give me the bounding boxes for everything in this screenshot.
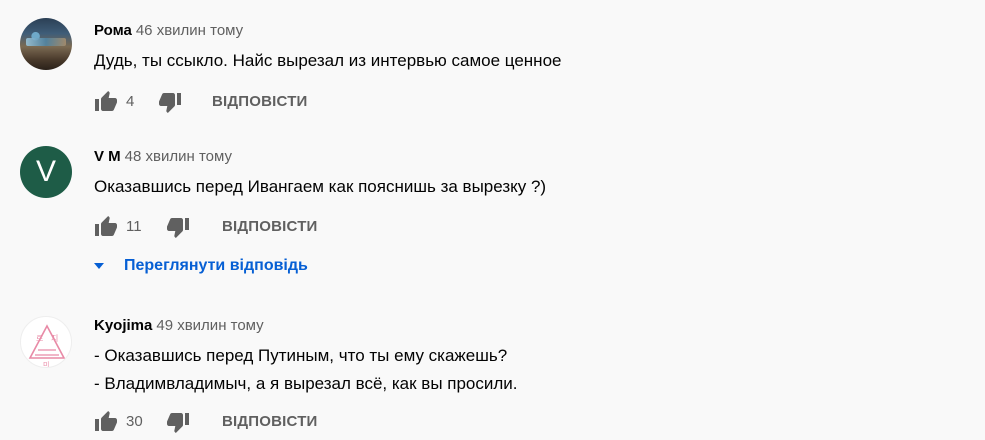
comment-line: - Оказавшись перед Путиным, что ты ему с…	[94, 346, 508, 365]
timestamp[interactable]: 48 хвилин тому	[125, 148, 232, 165]
author-name[interactable]: Рома	[94, 22, 132, 39]
like-button[interactable]	[94, 215, 118, 239]
reply-button[interactable]: ВІДПОВІСТИ	[222, 217, 318, 237]
comment-header: Kyojima 49 хвилин тому	[94, 316, 264, 336]
chevron-down-icon	[94, 263, 104, 269]
logo-glyph: 로	[36, 334, 43, 343]
comment-text: Дудь, ты ссыкло. Найс вырезал из интервь…	[94, 47, 561, 75]
dislike-button[interactable]	[158, 90, 182, 114]
thumbs-up-icon	[95, 216, 117, 236]
comment-line: Дудь, ты ссыкло. Найс вырезал из интервь…	[94, 51, 562, 70]
author-name[interactable]: Kyojima	[94, 317, 152, 334]
timestamp[interactable]: 46 хвилин тому	[136, 22, 243, 39]
logo-glyph: 미	[43, 360, 49, 368]
thumbs-down-icon	[167, 413, 189, 433]
comment-header: Рома 46 хвилин тому	[94, 21, 243, 41]
comment-header: V M 48 хвилин тому	[94, 147, 232, 167]
like-count: 11	[126, 218, 142, 235]
like-count: 4	[126, 93, 135, 110]
thumbs-up-icon	[95, 411, 117, 431]
timestamp[interactable]: 49 хвилин тому	[156, 317, 263, 334]
like-button[interactable]	[94, 410, 118, 434]
logo-glyph: 지	[51, 334, 58, 343]
view-replies-label: Переглянути відповідь	[124, 257, 308, 274]
thumbs-down-icon	[167, 218, 189, 238]
thumbs-up-icon	[95, 91, 117, 111]
dislike-button[interactable]	[166, 215, 190, 239]
thumbs-down-icon	[159, 93, 181, 113]
like-count: 30	[126, 413, 143, 430]
comment-line: - Владимвладимыч, а я вырезал всё, как в…	[94, 374, 518, 393]
comment-text: - Оказавшись перед Путиным, что ты ему с…	[94, 342, 518, 398]
reply-button[interactable]: ВІДПОВІСТИ	[212, 92, 308, 112]
author-name[interactable]: V M	[94, 148, 121, 165]
like-button[interactable]	[94, 90, 118, 114]
comment-text: Оказавшись перед Ивангаем как пояснишь з…	[94, 173, 546, 201]
avatar[interactable]: V	[20, 146, 72, 198]
dislike-button[interactable]	[166, 410, 190, 434]
channel-logo-icon: 로 지 미	[28, 324, 66, 368]
avatar-photo-detail	[26, 38, 66, 46]
avatar[interactable]: 로 지 미	[20, 316, 72, 368]
reply-button[interactable]: ВІДПОВІСТИ	[222, 412, 318, 432]
comment-line: Оказавшись перед Ивангаем как пояснишь з…	[94, 177, 547, 196]
avatar[interactable]	[20, 18, 72, 70]
